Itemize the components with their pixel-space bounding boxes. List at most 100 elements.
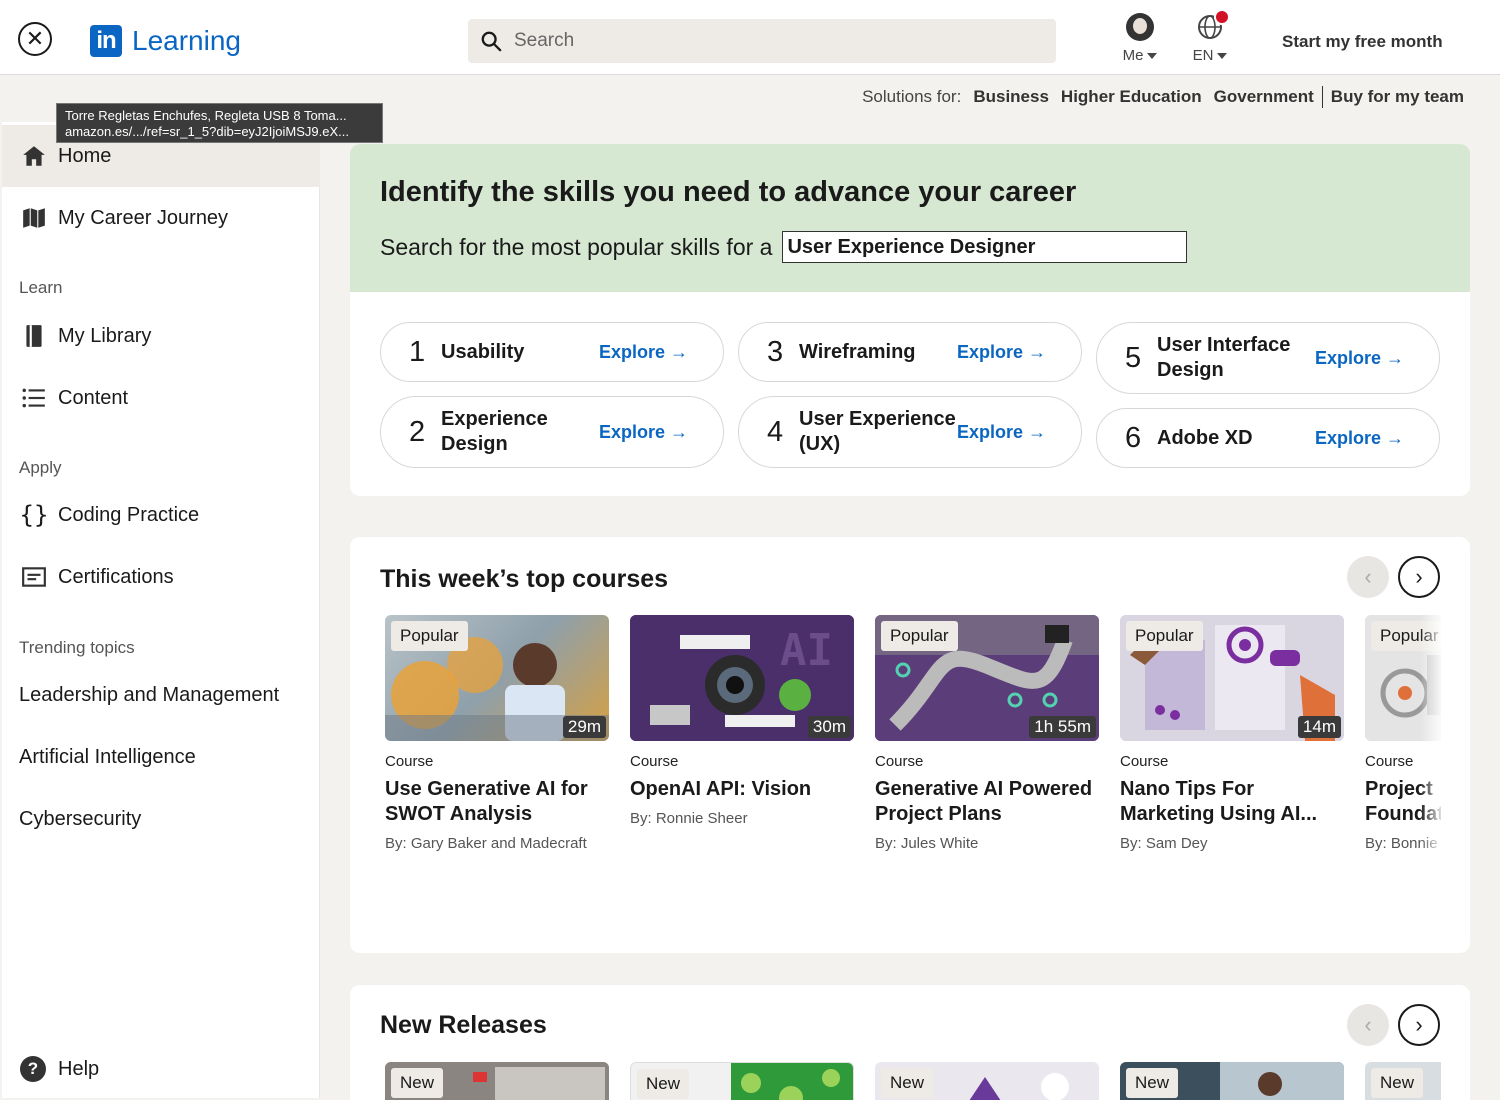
explore-link[interactable]: Explore → <box>1315 348 1404 369</box>
sidebar-item-coding-practice[interactable]: {} Coding Practice <box>2 484 320 546</box>
duration-badge: 29m <box>562 716 606 738</box>
course-card[interactable]: Popular 1h 55m Course Generative AI Powe… <box>875 615 1099 852</box>
chevron-down-icon <box>1147 53 1158 60</box>
carousel-next-button[interactable]: › <box>1398 1004 1440 1046</box>
certificate-icon <box>20 563 48 591</box>
course-author: By: Sam Dey <box>1120 835 1208 852</box>
sidebar-item-content[interactable]: Content <box>2 367 320 429</box>
course-title: Generative AI Powered Project Plans <box>875 778 1093 825</box>
list-icon <box>20 384 48 412</box>
course-card[interactable]: Popular 14m Course Nano Tips For Marketi… <box>1120 615 1344 852</box>
solutions-government-link[interactable]: Government <box>1214 87 1314 107</box>
course-type: Course <box>875 753 924 770</box>
skill-rank: 3 <box>767 335 784 368</box>
course-title: OpenAI API: Vision <box>630 778 812 800</box>
buy-for-team-link[interactable]: Buy for my team <box>1331 87 1464 107</box>
skill-pill[interactable]: 1 Usability Explore → <box>380 322 724 382</box>
avatar <box>1126 13 1154 41</box>
language-menu[interactable]: EN <box>1185 9 1235 64</box>
divider <box>1321 86 1323 108</box>
sidebar-item-career-journey[interactable]: My Career Journey <box>2 187 320 249</box>
course-thumbnail: AI 30m <box>630 615 854 741</box>
skills-prompt-row: Search for the most popular skills for a… <box>380 231 1440 263</box>
map-icon <box>20 204 48 232</box>
me-label: Me <box>1122 47 1144 64</box>
help-icon: ? <box>20 1056 46 1082</box>
trending-topic-leadership[interactable]: Leadership and Management <box>19 684 279 707</box>
release-thumbnail-partial[interactable]: New <box>1365 1062 1441 1100</box>
help-link[interactable]: ? Help <box>20 1056 99 1082</box>
sidebar-item-my-library[interactable]: My Library <box>2 305 320 367</box>
skill-rank: 1 <box>409 335 426 368</box>
search-icon <box>481 31 502 52</box>
release-thumbnail[interactable]: New <box>1120 1062 1344 1100</box>
skill-rank: 2 <box>409 415 426 448</box>
skills-header: Identify the skills you need to advance … <box>350 144 1470 292</box>
release-thumbnail: New <box>1365 1062 1441 1100</box>
explore-link[interactable]: Explore → <box>599 342 688 363</box>
popular-badge: Popular <box>391 621 468 651</box>
solutions-label: Solutions for: <box>862 87 962 106</box>
link-preview-tooltip: Torre Regletas Enchufes, Regleta USB 8 T… <box>56 103 383 143</box>
new-badge: New <box>391 1068 444 1098</box>
section-label-apply: Apply <box>19 458 62 477</box>
skill-name: Usability <box>441 340 525 363</box>
section-title: This week’s top courses <box>380 565 669 593</box>
me-menu[interactable]: Me <box>1115 13 1165 64</box>
release-thumbnail[interactable]: New <box>385 1062 609 1100</box>
release-thumbnail[interactable]: New <box>630 1062 854 1100</box>
braces-icon: {} <box>19 501 49 529</box>
top-header: ✕ in Learning Me EN Start my free month <box>0 0 1500 75</box>
carousel-next-button[interactable]: › <box>1398 556 1440 598</box>
carousel-prev-button[interactable]: ‹ <box>1347 1004 1389 1046</box>
section-label-learn: Learn <box>19 278 63 297</box>
notification-dot <box>1214 9 1230 25</box>
course-author: By: Gary Baker and Madecraft <box>385 835 587 852</box>
skill-pill[interactable]: 2 Experience Design Explore → <box>380 396 724 468</box>
trending-topic-ai[interactable]: Artificial Intelligence <box>19 746 196 769</box>
library-icon <box>20 322 48 350</box>
skill-rank: 5 <box>1125 341 1142 374</box>
explore-link[interactable]: Explore → <box>599 422 688 443</box>
close-icon[interactable]: ✕ <box>18 22 52 56</box>
carousel-prev-button[interactable]: ‹ <box>1347 556 1389 598</box>
sidebar-item-label: Coding Practice <box>58 503 200 526</box>
skill-pill[interactable]: 6 Adobe XD Explore → <box>1096 408 1440 468</box>
trending-topic-cybersecurity[interactable]: Cybersecurity <box>19 808 141 831</box>
course-thumbnail: Popular 1h 55m <box>875 615 1099 741</box>
search-input[interactable] <box>514 30 1014 52</box>
linkedin-learning-logo[interactable]: in Learning <box>90 25 241 57</box>
sidebar-item-certifications[interactable]: Certifications <box>2 546 320 608</box>
role-input[interactable]: User Experience Designer <box>782 231 1188 263</box>
skill-name: Wireframing <box>799 340 916 363</box>
course-type: Course <box>630 753 679 770</box>
release-thumbnail[interactable]: New <box>875 1062 1099 1100</box>
sidebar-item-label: Content <box>58 386 129 409</box>
course-title: Use Generative AI for SWOT Analysis <box>385 778 588 825</box>
explore-link[interactable]: Explore → <box>957 342 1046 363</box>
course-card[interactable]: AI 30m Course OpenAI API: Vision By: Ron… <box>630 615 854 827</box>
search-bar[interactable] <box>468 19 1056 63</box>
skills-prompt: Search for the most popular skills for a <box>380 233 773 260</box>
course-thumbnail: Popular 14m <box>1120 615 1344 741</box>
solutions-business-link[interactable]: Business <box>973 87 1049 107</box>
skill-pill[interactable]: 5 User Interface Design Explore → <box>1096 322 1440 394</box>
course-type: Course <box>385 753 434 770</box>
start-free-month-link[interactable]: Start my free month <box>1282 32 1443 52</box>
skill-rank: 6 <box>1125 421 1142 454</box>
new-badge: New <box>1126 1068 1179 1098</box>
explore-link[interactable]: Explore → <box>1315 428 1404 449</box>
sidebar: Home My Career Journey Learn My Library … <box>2 122 320 1098</box>
duration-badge: 14m <box>1297 716 1341 738</box>
skill-name: User Interface Design <box>1157 334 1291 381</box>
popular-badge: Popular <box>1126 621 1203 651</box>
new-badge: New <box>637 1069 690 1099</box>
explore-link[interactable]: Explore → <box>957 422 1046 443</box>
skills-card: Identify the skills you need to advance … <box>350 144 1470 496</box>
section-label-trending: Trending topics <box>19 638 135 657</box>
skills-title: Identify the skills you need to advance … <box>380 176 1077 208</box>
skill-pill[interactable]: 4 User Experience (UX) Explore → <box>738 396 1082 468</box>
skill-pill[interactable]: 3 Wireframing Explore → <box>738 322 1082 382</box>
solutions-higher-education-link[interactable]: Higher Education <box>1061 87 1202 107</box>
course-card[interactable]: Popular 29m Course Use Generative AI for… <box>385 615 609 852</box>
